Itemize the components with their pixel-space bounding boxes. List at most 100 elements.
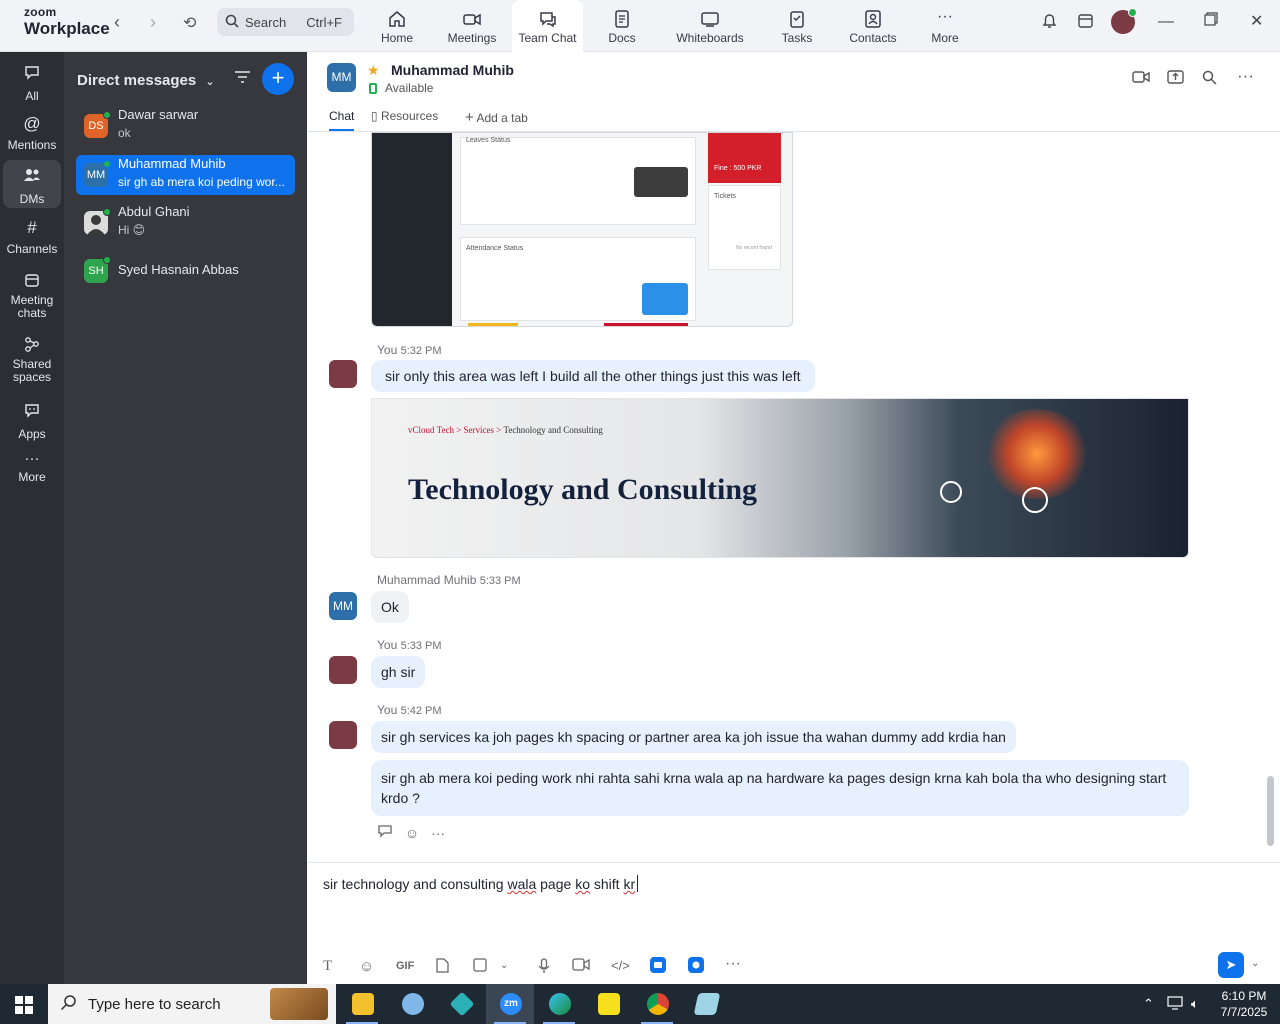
rail-apps[interactable]: Apps xyxy=(3,402,61,441)
file-explorer-app[interactable] xyxy=(338,984,386,1024)
message-input[interactable]: sir technology and consulting wala page … xyxy=(323,875,639,892)
back-arrow-icon[interactable]: ‹ xyxy=(114,12,120,33)
tasks-icon xyxy=(790,11,804,28)
tab-team-chat[interactable]: Team Chat xyxy=(512,0,583,52)
windows-start-icon[interactable] xyxy=(15,996,33,1014)
message-bubble[interactable]: Ok xyxy=(371,591,409,623)
bell-icon[interactable] xyxy=(1041,12,1058,34)
more-icon[interactable]: ··· xyxy=(1237,66,1254,86)
contact-name[interactable]: Muhammad Muhib xyxy=(391,62,514,78)
message-bubble[interactable]: gh sir xyxy=(371,656,426,688)
tab-contacts[interactable]: Contacts xyxy=(845,0,901,52)
app-icon[interactable] xyxy=(650,957,666,976)
text-format-icon[interactable]: T xyxy=(323,958,332,975)
tab-more[interactable]: ··· More xyxy=(925,0,965,52)
tab-whiteboards[interactable]: Whiteboards xyxy=(668,0,752,52)
message-scrollbar[interactable] xyxy=(1267,776,1274,846)
more-icon[interactable]: ··· xyxy=(725,955,741,973)
dm-item-abdul-ghani[interactable]: Abdul Ghani Hi 😊 xyxy=(76,203,295,243)
add-reaction-icon[interactable]: ☺ xyxy=(405,825,419,841)
tab-docs[interactable]: Docs xyxy=(600,0,644,52)
dm-item-muhammad-muhib[interactable]: MM Muhammad Muhib sir gh ab mera koi ped… xyxy=(76,155,295,195)
close-icon[interactable]: ✕ xyxy=(1250,11,1263,31)
calendar-icon[interactable] xyxy=(1077,12,1094,34)
dm-item-dawar-sarwar[interactable]: DS Dawar sarwar ok xyxy=(76,106,295,146)
rail-shared-spaces[interactable]: Shared spaces xyxy=(3,336,61,384)
emoji-icon[interactable]: ☺ xyxy=(359,958,374,975)
dm-preview: Hi 😊 xyxy=(118,223,146,237)
rail-all[interactable]: All xyxy=(3,64,61,103)
paint-app[interactable] xyxy=(388,984,436,1024)
chevron-down-icon[interactable]: ⌄ xyxy=(500,960,508,971)
tab-add-a-tab[interactable]: + Add a tab xyxy=(465,109,528,126)
video-clip-icon[interactable] xyxy=(572,958,590,974)
chat-header: MM ★ Muhammad Muhib Available Chat ▯ Res… xyxy=(307,52,1280,132)
user-avatar[interactable] xyxy=(1111,8,1137,34)
avatar[interactable]: MM xyxy=(329,592,357,620)
minimize-icon[interactable]: — xyxy=(1158,13,1174,31)
edge-app[interactable] xyxy=(535,984,583,1024)
app-taskbar-icon[interactable] xyxy=(437,984,485,1024)
forward-arrow-icon[interactable]: › xyxy=(150,12,156,33)
chrome-app[interactable] xyxy=(633,984,681,1024)
reply-icon[interactable] xyxy=(377,825,397,841)
rail-dms[interactable]: DMs xyxy=(3,160,61,208)
rail-mentions[interactable]: @ Mentions xyxy=(3,114,61,152)
banner-title: Technology and Consulting xyxy=(408,473,758,506)
more-icon[interactable]: ··· xyxy=(431,825,445,841)
tab-resources-label: Resources xyxy=(380,109,439,123)
network-icon[interactable] xyxy=(1167,996,1183,1013)
tab-meetings[interactable]: Meetings xyxy=(442,0,502,52)
sender-name: You xyxy=(377,638,398,652)
screenshot-icon[interactable] xyxy=(473,958,488,976)
new-message-button[interactable]: + xyxy=(262,63,294,95)
image-attachment-dashboard[interactable]: Leaves Status Attendance Status Tickets … xyxy=(371,132,793,327)
message-bubble[interactable]: sir gh ab mera koi peding work nhi rahta… xyxy=(371,760,1189,816)
star-icon[interactable]: ★ xyxy=(367,62,380,79)
app-icon[interactable] xyxy=(688,957,704,976)
taskbar-search-placeholder: Type here to search xyxy=(88,996,221,1013)
video-call-icon[interactable] xyxy=(1132,70,1150,88)
compose-area[interactable]: sir technology and consulting wala page … xyxy=(307,862,1280,984)
search-icon xyxy=(225,14,239,31)
message-list[interactable]: Leaves Status Attendance Status Tickets … xyxy=(307,132,1280,862)
history-icon[interactable]: ⟲ xyxy=(183,13,196,33)
app-taskbar-icon[interactable] xyxy=(682,984,730,1024)
gif-icon[interactable]: GIF xyxy=(396,960,414,972)
dm-item-syed-hasnain-abbas[interactable]: SH Syed Hasnain Abbas xyxy=(76,251,295,291)
contact-avatar[interactable]: MM xyxy=(327,63,356,92)
volume-icon[interactable]: 🔈︎ xyxy=(1191,996,1199,1012)
code-icon[interactable]: </> xyxy=(611,958,630,973)
taskbar-search[interactable]: Type here to search xyxy=(48,984,336,1024)
send-button[interactable]: ➤ xyxy=(1218,952,1244,978)
rail-channels[interactable]: # Channels xyxy=(3,218,61,256)
tab-home[interactable]: Home xyxy=(370,0,424,52)
restore-icon[interactable] xyxy=(1204,12,1218,31)
image-attachment-banner[interactable]: vCloud Tech > Services > Technology and … xyxy=(371,398,1189,558)
filter-icon[interactable] xyxy=(234,70,251,89)
sticky-notes-app[interactable] xyxy=(584,984,632,1024)
microphone-icon[interactable] xyxy=(538,958,550,977)
chevron-up-icon[interactable]: ⌃ xyxy=(1143,996,1154,1012)
zoom-app[interactable]: zm xyxy=(486,984,534,1024)
avatar[interactable] xyxy=(329,656,357,684)
avatar: MM xyxy=(84,160,111,187)
search-box[interactable]: Search Ctrl+F xyxy=(217,8,354,36)
more-icon: ··· xyxy=(24,450,40,467)
avatar[interactable] xyxy=(329,360,357,388)
avatar[interactable] xyxy=(329,721,357,749)
chevron-down-icon[interactable]: ⌄ xyxy=(1251,958,1259,969)
search-icon[interactable] xyxy=(1202,70,1217,89)
share-screen-icon[interactable] xyxy=(1167,70,1184,89)
tab-chat[interactable]: Chat xyxy=(329,109,355,131)
dm-header[interactable]: Direct messages ⌄ xyxy=(77,72,215,89)
message-bubble[interactable]: sir gh services ka joh pages kh spacing … xyxy=(371,721,1016,753)
file-icon[interactable] xyxy=(436,958,449,976)
rail-meeting-chats[interactable]: Meeting chats xyxy=(3,272,61,320)
system-clock[interactable]: 6:10 PM 7/7/2025 xyxy=(1212,988,1276,1020)
message-bubble[interactable]: sir only this area was left I build all … xyxy=(371,360,815,392)
tab-tasks[interactable]: Tasks xyxy=(776,0,818,52)
rail-more[interactable]: ··· More xyxy=(3,450,61,484)
tab-resources[interactable]: ▯ Resources xyxy=(371,109,438,123)
video-camera-icon xyxy=(463,13,481,26)
